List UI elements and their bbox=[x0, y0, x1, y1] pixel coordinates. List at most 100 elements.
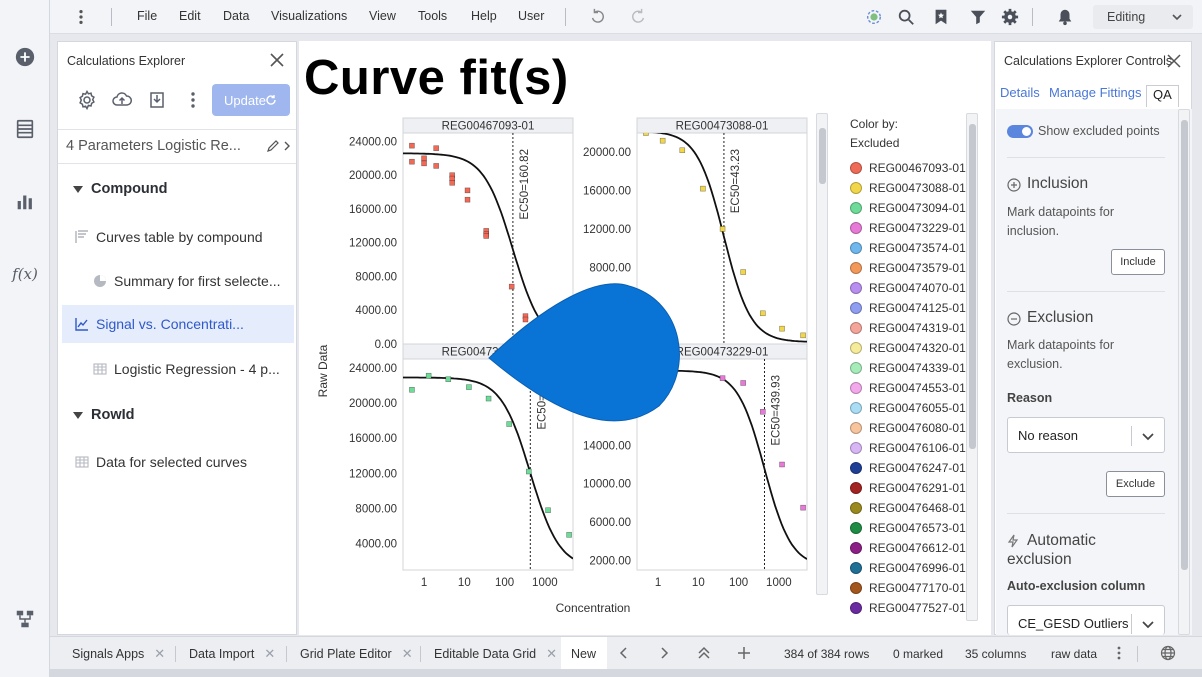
exclude-button[interactable]: Exclude bbox=[1106, 471, 1165, 497]
legend-item[interactable]: REG00477527-01 bbox=[850, 601, 966, 615]
menu-file[interactable]: File bbox=[137, 9, 157, 23]
page-tab-new[interactable]: New bbox=[561, 637, 607, 670]
search-icon[interactable] bbox=[896, 7, 916, 27]
legend-item[interactable]: REG00474339-01 bbox=[850, 361, 966, 375]
more-options-icon[interactable] bbox=[1111, 645, 1127, 661]
chevron-right-icon[interactable] bbox=[656, 645, 672, 661]
include-button[interactable]: Include bbox=[1111, 249, 1165, 275]
add-page-icon[interactable] bbox=[736, 645, 752, 661]
scrollbar-thumb[interactable] bbox=[1181, 120, 1188, 570]
controls-scrollbar[interactable] bbox=[1178, 109, 1190, 635]
legend-item[interactable]: REG00476573-01 bbox=[850, 521, 966, 535]
redo-icon[interactable] bbox=[628, 7, 648, 27]
menu-view[interactable]: View bbox=[369, 9, 396, 23]
double-chevron-up-icon[interactable] bbox=[696, 645, 712, 661]
tab-qa[interactable]: QA bbox=[1146, 85, 1179, 107]
add-icon[interactable] bbox=[13, 45, 37, 69]
legend-item[interactable]: REG00476996-01 bbox=[850, 561, 966, 575]
mode-dropdown[interactable]: Editing bbox=[1093, 5, 1193, 29]
legend-label: REG00476106-01 bbox=[869, 441, 966, 455]
show-excluded-toggle[interactable] bbox=[1007, 125, 1033, 138]
legend-item[interactable]: REG00467093-01 bbox=[850, 161, 966, 175]
chevron-right-icon[interactable] bbox=[282, 140, 292, 152]
close-tab-icon[interactable]: ✕ bbox=[154, 646, 165, 662]
cloud-upload-icon[interactable] bbox=[111, 89, 133, 111]
menu-help[interactable]: Help bbox=[471, 9, 497, 23]
tree-group-compound[interactable]: Compound bbox=[73, 181, 168, 197]
exclusion-heading: Exclusion bbox=[1027, 309, 1094, 326]
tree-item-logistic-regression[interactable]: Logistic Regression - 4 p... bbox=[62, 350, 294, 388]
legend-item[interactable]: REG00473229-01 bbox=[850, 221, 966, 235]
legend-item[interactable]: REG00474319-01 bbox=[850, 321, 966, 335]
legend-item[interactable]: REG00476468-01 bbox=[850, 501, 966, 515]
more-menu-icon[interactable] bbox=[71, 7, 91, 27]
globe-icon[interactable] bbox=[1160, 645, 1176, 661]
legend-scrollbar[interactable] bbox=[966, 113, 978, 621]
chevron-left-icon[interactable] bbox=[616, 645, 632, 661]
menu-visualizations[interactable]: Visualizations bbox=[271, 9, 347, 23]
menu-user[interactable]: User bbox=[518, 9, 544, 23]
legend-item[interactable]: REG00474320-01 bbox=[850, 341, 966, 355]
tab-manage-fittings[interactable]: Manage Fittings bbox=[1049, 85, 1142, 100]
more-options-icon[interactable] bbox=[182, 89, 204, 111]
legend-item[interactable]: REG00476106-01 bbox=[850, 441, 966, 455]
notifications-bell-icon[interactable] bbox=[1055, 7, 1075, 27]
page-tab-editable-data-grid[interactable]: Editable Data Grid ✕ bbox=[434, 637, 557, 670]
tree-item-signal-vs-concentration[interactable]: Signal vs. Concentrati... bbox=[62, 305, 294, 343]
left-rail: f(x) bbox=[0, 0, 50, 677]
legend-item[interactable]: REG00474125-01 bbox=[850, 301, 966, 315]
tree-item-summary[interactable]: Summary for first selecte... bbox=[62, 262, 294, 300]
tree-item-data-for-selected-curves[interactable]: Data for selected curves bbox=[62, 443, 294, 481]
recommendations-icon[interactable] bbox=[864, 7, 884, 27]
bookmark-icon[interactable] bbox=[931, 7, 951, 27]
menu-edit[interactable]: Edit bbox=[179, 9, 201, 23]
reason-select[interactable]: No reason bbox=[1007, 417, 1165, 453]
update-button[interactable]: Update bbox=[212, 84, 290, 116]
edit-pencil-icon[interactable] bbox=[266, 139, 280, 153]
scrollbar-thumb[interactable] bbox=[819, 128, 826, 184]
legend-item[interactable]: REG00473094-01 bbox=[850, 201, 966, 215]
settings-gear-icon[interactable] bbox=[76, 89, 98, 111]
page-tab-signals-apps[interactable]: Signals Apps ✕ bbox=[72, 637, 165, 670]
tree-item-curves-table[interactable]: Curves table by compound bbox=[62, 218, 294, 256]
download-icon[interactable] bbox=[146, 89, 168, 111]
divider bbox=[1007, 513, 1165, 514]
legend-item[interactable]: REG00473088-01 bbox=[850, 181, 966, 195]
scrollbar-thumb[interactable] bbox=[969, 124, 976, 449]
legend-label: REG00474339-01 bbox=[869, 361, 966, 375]
close-tab-icon[interactable]: ✕ bbox=[546, 646, 557, 662]
undo-icon[interactable] bbox=[588, 7, 608, 27]
legend-item[interactable]: REG00476247-01 bbox=[850, 461, 966, 475]
calculation-name[interactable]: 4 Parameters Logistic Re... bbox=[66, 138, 256, 154]
legend-item[interactable]: REG00474553-01 bbox=[850, 381, 966, 395]
menu-data[interactable]: Data bbox=[223, 9, 249, 23]
close-icon[interactable] bbox=[1166, 53, 1182, 69]
page-tab-data-import[interactable]: Data Import ✕ bbox=[189, 637, 275, 670]
auto-exclusion-column-select[interactable]: CE_GESD Outliers bbox=[1007, 605, 1165, 635]
data-canvas-icon[interactable] bbox=[13, 607, 37, 631]
close-icon[interactable] bbox=[268, 51, 286, 69]
trellis-scrollbar[interactable] bbox=[816, 113, 828, 595]
menu-tools[interactable]: Tools bbox=[418, 9, 447, 23]
legend-item[interactable]: REG00476080-01 bbox=[850, 421, 966, 435]
tree-group-rowid[interactable]: RowId bbox=[73, 407, 135, 423]
tab-details[interactable]: Details bbox=[1000, 85, 1040, 100]
close-tab-icon[interactable]: ✕ bbox=[264, 646, 275, 662]
legend-swatch bbox=[850, 242, 862, 254]
legend-item[interactable]: REG00477170-01 bbox=[850, 581, 966, 595]
function-icon[interactable]: f(x) bbox=[12, 262, 38, 286]
legend-swatch bbox=[850, 462, 862, 474]
bar-chart-icon[interactable] bbox=[13, 189, 37, 213]
legend-item[interactable]: REG00476612-01 bbox=[850, 541, 966, 555]
filter-icon[interactable] bbox=[968, 7, 988, 27]
settings-gear-icon[interactable] bbox=[1000, 7, 1020, 27]
data-table-name[interactable]: raw data bbox=[1051, 647, 1097, 661]
page-tab-grid-plate-editor[interactable]: Grid Plate Editor ✕ bbox=[300, 637, 413, 670]
legend-item[interactable]: REG00474070-01 bbox=[850, 281, 966, 295]
close-tab-icon[interactable]: ✕ bbox=[402, 646, 413, 662]
legend-item[interactable]: REG00473579-01 bbox=[850, 261, 966, 275]
legend-item[interactable]: REG00476291-01 bbox=[850, 481, 966, 495]
legend-item[interactable]: REG00473574-01 bbox=[850, 241, 966, 255]
legend-item[interactable]: REG00476055-01 bbox=[850, 401, 966, 415]
data-table-icon[interactable] bbox=[13, 117, 37, 141]
